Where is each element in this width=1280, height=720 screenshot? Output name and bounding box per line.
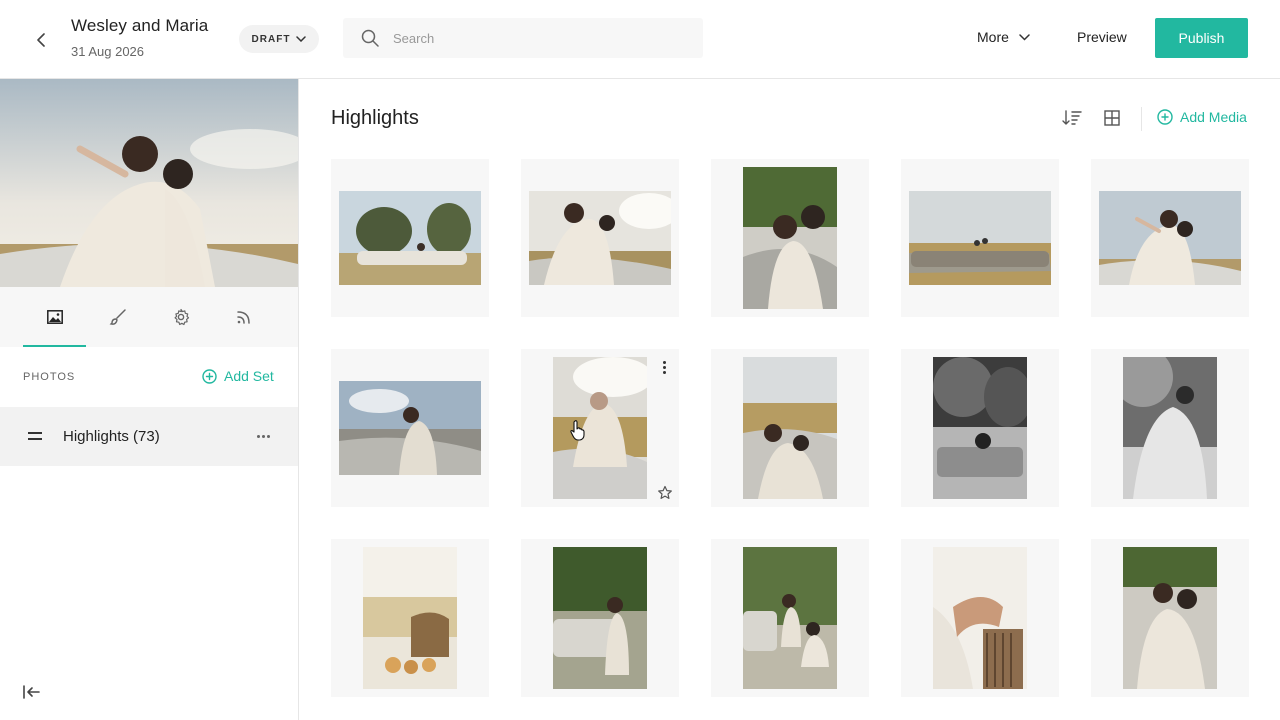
photo-tile[interactable] (1091, 539, 1249, 697)
photo-tile-selected[interactable] (521, 349, 679, 507)
sidebar: PHOTOS Add Set Highlights (73) (0, 79, 299, 720)
rss-icon (236, 311, 250, 324)
photos-header: PHOTOS Add Set (0, 347, 298, 407)
plus-circle-icon (1157, 109, 1173, 125)
set-item-highlights[interactable]: Highlights (73) (0, 407, 298, 466)
gallery-title-block: Wesley and Maria 31 Aug 2026 (71, 16, 208, 59)
photo-tile[interactable] (331, 159, 489, 317)
photo-thumbnail (909, 191, 1051, 285)
collapse-sidebar-button[interactable] (22, 682, 42, 702)
photo-thumbnail (1099, 191, 1241, 285)
cover-photo[interactable] (0, 79, 298, 287)
add-set-button[interactable]: Add Set (202, 368, 274, 384)
photo-tile[interactable] (1091, 349, 1249, 507)
add-media-label: Add Media (1180, 109, 1247, 125)
sort-icon (1062, 110, 1082, 125)
photo-tile[interactable] (1091, 159, 1249, 317)
grid-icon (1104, 110, 1120, 126)
gallery-title: Wesley and Maria (71, 16, 209, 35)
more-button[interactable]: More (977, 29, 1030, 45)
photos-label: PHOTOS (23, 371, 76, 383)
photo-tile[interactable] (711, 349, 869, 507)
photo-thumbnail (1123, 547, 1217, 689)
top-bar: Wesley and Maria 31 Aug 2026 DRAFT More … (0, 0, 1280, 79)
more-label: More (977, 29, 1009, 45)
main-content: Highlights Add Media (299, 79, 1280, 720)
tab-design[interactable] (86, 287, 149, 347)
preview-button[interactable]: Preview (1077, 29, 1127, 45)
chevron-down-icon (296, 36, 307, 42)
photo-thumbnail (933, 547, 1027, 689)
toolbar-divider (1141, 107, 1142, 131)
photo-tile[interactable] (331, 539, 489, 697)
tab-activity[interactable] (212, 287, 275, 347)
status-dropdown[interactable]: DRAFT (239, 25, 319, 53)
drag-handle-icon[interactable] (28, 432, 42, 440)
cover-image (0, 79, 298, 287)
chevron-left-icon (37, 33, 45, 47)
photo-thumbnail (1123, 357, 1217, 499)
photo-tile[interactable] (521, 159, 679, 317)
set-more-icon[interactable] (252, 425, 274, 447)
back-button[interactable] (28, 26, 56, 54)
photo-tile[interactable] (901, 349, 1059, 507)
photo-thumbnail (553, 547, 647, 689)
sidebar-tabs (0, 287, 298, 347)
photo-thumbnail (339, 381, 481, 475)
plus-circle-icon (202, 368, 217, 384)
photo-tile[interactable] (711, 159, 869, 317)
photo-thumbnail (933, 357, 1027, 499)
photo-tile[interactable] (331, 349, 489, 507)
photo-more-icon[interactable] (661, 361, 667, 377)
photo-tile[interactable] (901, 159, 1059, 317)
tab-settings[interactable] (149, 287, 212, 347)
add-set-label: Add Set (224, 368, 274, 384)
tab-photos[interactable] (23, 287, 86, 347)
photo-thumbnail (743, 357, 837, 499)
grid-view-button[interactable] (1104, 110, 1120, 131)
photo-tile[interactable] (521, 539, 679, 697)
photo-thumbnail (529, 191, 671, 285)
chevron-down-icon (1019, 33, 1030, 41)
star-icon[interactable] (657, 485, 673, 501)
photo-tile[interactable] (711, 539, 869, 697)
photo-thumbnail (363, 547, 457, 689)
collapse-left-icon (23, 685, 40, 699)
photo-thumbnail (743, 167, 837, 309)
add-media-button[interactable]: Add Media (1157, 109, 1247, 125)
section-title: Highlights (331, 107, 419, 129)
sort-button[interactable] (1062, 109, 1082, 132)
gallery-date: 31 Aug 2026 (71, 44, 145, 59)
set-name: Highlights (73) (63, 428, 160, 445)
photo-tile[interactable] (901, 539, 1059, 697)
search-box (343, 18, 703, 58)
publish-button[interactable]: Publish (1155, 18, 1248, 58)
brush-icon (109, 309, 126, 325)
photo-thumbnail (553, 357, 647, 499)
search-icon (361, 29, 379, 47)
image-icon (46, 310, 63, 324)
status-label: DRAFT (251, 33, 291, 45)
photo-thumbnail (743, 547, 837, 689)
gear-icon (174, 308, 189, 326)
photo-thumbnail (339, 191, 481, 285)
search-input[interactable] (393, 18, 693, 58)
